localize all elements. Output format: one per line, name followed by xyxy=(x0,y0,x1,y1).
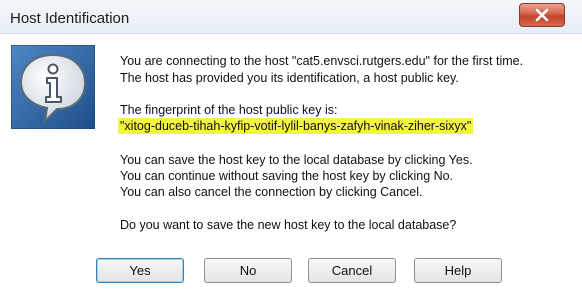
host-identification-dialog: Host Identification You are connecting t… xyxy=(0,0,582,291)
close-button[interactable] xyxy=(519,3,565,27)
no-button[interactable]: No xyxy=(204,258,292,283)
cancel-button[interactable]: Cancel xyxy=(308,258,396,283)
close-icon xyxy=(535,8,549,22)
fingerprint-value: "xitog-duceb-tihah-kyfip-votif-lylil-ban… xyxy=(118,118,474,134)
option-line-2: You can continue without saving the host… xyxy=(120,169,454,183)
window-title: Host Identification xyxy=(10,10,130,27)
question-text: Do you want to save the new host key to … xyxy=(120,218,457,232)
title-bar[interactable]: Host Identification xyxy=(0,0,582,34)
fingerprint-value-row: "xitog-duceb-tihah-kyfip-votif-lylil-ban… xyxy=(118,118,474,134)
message-line-1: You are connecting to the host "cat5.env… xyxy=(120,54,524,68)
option-line-3: You can also cancel the connection by cl… xyxy=(120,185,423,199)
help-button[interactable]: Help xyxy=(414,258,502,283)
option-line-1: You can save the host key to the local d… xyxy=(120,153,473,167)
info-speech-bubble-icon xyxy=(10,44,96,130)
yes-button[interactable]: Yes xyxy=(96,258,184,283)
message-line-2: The host has provided you its identifica… xyxy=(120,71,459,85)
fingerprint-label: The fingerprint of the host public key i… xyxy=(120,103,338,117)
